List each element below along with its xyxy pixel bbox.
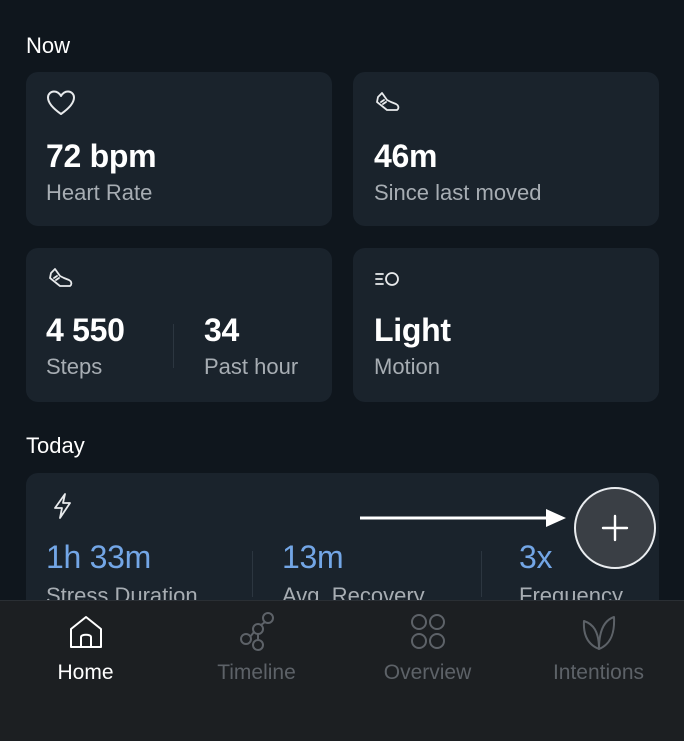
motion-icon: [375, 272, 399, 286]
steps-divider: [173, 324, 174, 368]
past-hour-label: Past hour: [204, 354, 299, 379]
tab-bar: Home Timeline Overview Intentions: [0, 600, 684, 741]
tab-timeline-label: Timeline: [217, 661, 296, 684]
shoe-icon: [49, 268, 73, 287]
arrow-annotation: [360, 509, 566, 527]
section-title-today: Today: [26, 433, 85, 458]
today-divider-1: [252, 551, 253, 597]
add-button[interactable]: [574, 487, 656, 569]
motion-label: Motion: [374, 354, 441, 379]
motion-card[interactable]: Light Motion: [353, 248, 659, 402]
tab-home-label: Home: [57, 661, 114, 684]
heart-icon: [47, 90, 75, 115]
timeline-icon: [239, 612, 274, 651]
tab-timeline[interactable]: Timeline: [171, 601, 342, 741]
stress-duration-value: 1h 33m: [46, 539, 151, 575]
since-last-moved-label: Since last moved: [374, 180, 542, 205]
heart-rate-value: 72 bpm: [46, 138, 157, 174]
tab-overview[interactable]: Overview: [342, 601, 513, 741]
past-hour-value: 34: [204, 312, 239, 348]
shoe-icon: [376, 92, 400, 111]
tab-intentions-label: Intentions: [552, 661, 645, 684]
frequency-value: 3x: [519, 539, 553, 575]
motion-value: Light: [374, 312, 451, 348]
intentions-icon: [582, 616, 615, 650]
plus-icon: [601, 514, 629, 542]
steps-label: Steps: [46, 354, 103, 379]
overview-icon: [410, 614, 445, 649]
today-divider-2: [481, 551, 482, 597]
since-last-moved-card[interactable]: 46m Since last moved: [353, 72, 659, 226]
tab-home[interactable]: Home: [0, 601, 171, 741]
avg-recovery-value: 13m: [282, 539, 344, 575]
tab-intentions[interactable]: Intentions: [513, 601, 684, 741]
section-title-now: Now: [26, 33, 71, 58]
steps-value: 4 550: [46, 312, 125, 348]
steps-card[interactable]: 4 550 Steps 34 Past hour: [26, 248, 332, 402]
heart-rate-card[interactable]: 72 bpm Heart Rate: [26, 72, 332, 226]
since-last-moved-value: 46m: [374, 138, 438, 174]
tab-overview-label: Overview: [383, 661, 472, 684]
heart-rate-label: Heart Rate: [46, 180, 153, 205]
lightning-icon: [54, 493, 71, 519]
home-icon: [69, 616, 102, 648]
